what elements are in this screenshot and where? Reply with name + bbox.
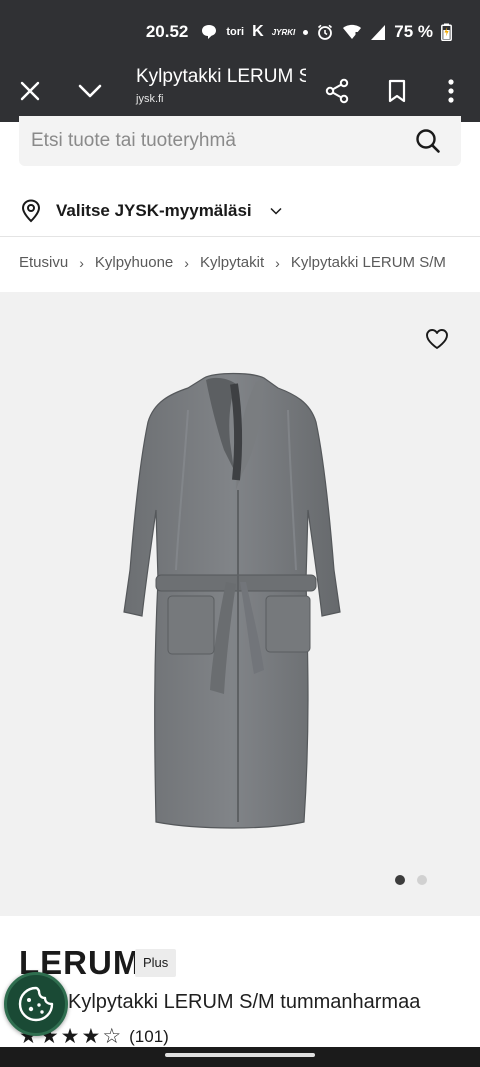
product-gallery[interactable] [0,292,480,916]
cookie-settings-button[interactable] [4,972,68,1036]
breadcrumb-item-kylpytakit[interactable]: Kylpytakit [200,254,264,271]
tab-url: jysk.fi [136,93,164,105]
star-filled-icon: ★ [60,1025,80,1048]
star-filled-icon: ★ [81,1025,101,1048]
navigation-bar [0,1047,480,1067]
share-icon [325,78,349,104]
battery-percent: 75 % [394,22,433,41]
k-app-icon: K [252,23,264,40]
product-name: Kylpytakki LERUM S/M tummanharmaa [68,991,421,1013]
bookmark-icon [388,79,406,103]
favorite-button[interactable] [425,328,449,355]
breadcrumb-item-current: Kylpytakki LERUM S/M [290,254,446,271]
tori-app-icon: tori [226,26,245,38]
more-options-button[interactable] [431,71,471,111]
search-icon[interactable] [415,128,441,154]
heart-icon [426,329,448,349]
chevron-right-icon: › [79,254,84,271]
breadcrumb-item-etusivu[interactable]: Etusivu [19,254,68,271]
gallery-pagination [395,875,427,885]
status-time: 20.52 [145,22,189,41]
close-tab-button[interactable] [10,71,50,111]
breadcrumb-item-kylpyhuone[interactable]: Kylpyhuone [95,254,173,271]
collapse-button[interactable] [70,71,110,111]
chevron-right-icon: › [275,254,280,271]
breadcrumb: Etusivu › Kylpyhuone › Kylpytakit › Kylp… [19,254,446,271]
chevron-right-icon: › [184,254,189,271]
rating-count: (101) [129,1027,169,1046]
share-button[interactable] [317,71,357,111]
status-right-group: 20.52 tori K JYRKI 75 % [146,20,452,44]
search-bar[interactable]: Etsi tuote tai tuoteryhmä [19,116,461,166]
wifi-icon [343,24,362,40]
star-empty-icon: ☆ [102,1025,122,1048]
signal-icon [371,24,386,40]
gallery-dot-active[interactable] [395,875,405,885]
store-selector[interactable]: Valitse JYSK-myymäläsi [20,196,282,226]
jyrki-app-icon: JYRKI [271,27,296,37]
close-icon [20,81,40,101]
chat-icon [202,25,217,39]
home-gesture-handle[interactable] [165,1053,315,1057]
chevron-down-icon [78,84,102,98]
tab-title: Kylpytakki LERUM S/M tummanharmaa [136,66,306,87]
divider [0,236,480,237]
store-label: Valitse JYSK-myymäläsi [56,201,252,220]
status-bar: 20.52 tori K JYRKI 75 % [0,0,480,60]
bookmark-button[interactable] [377,71,417,111]
location-pin-icon [21,199,41,223]
alarm-icon [318,24,333,40]
more-vert-icon [448,79,454,103]
battery-icon [441,23,452,41]
gallery-dot[interactable] [417,875,427,885]
search-input[interactable]: Etsi tuote tai tuoteryhmä [31,130,236,152]
chevron-down-icon [270,207,282,215]
cookie-icon [18,986,54,1022]
custom-tab-toolbar: Kylpytakki LERUM S/M tummanharmaa jysk.f… [0,60,480,122]
plus-badge: Plus [135,949,177,977]
notification-dot [303,29,309,35]
product-image [123,372,341,829]
